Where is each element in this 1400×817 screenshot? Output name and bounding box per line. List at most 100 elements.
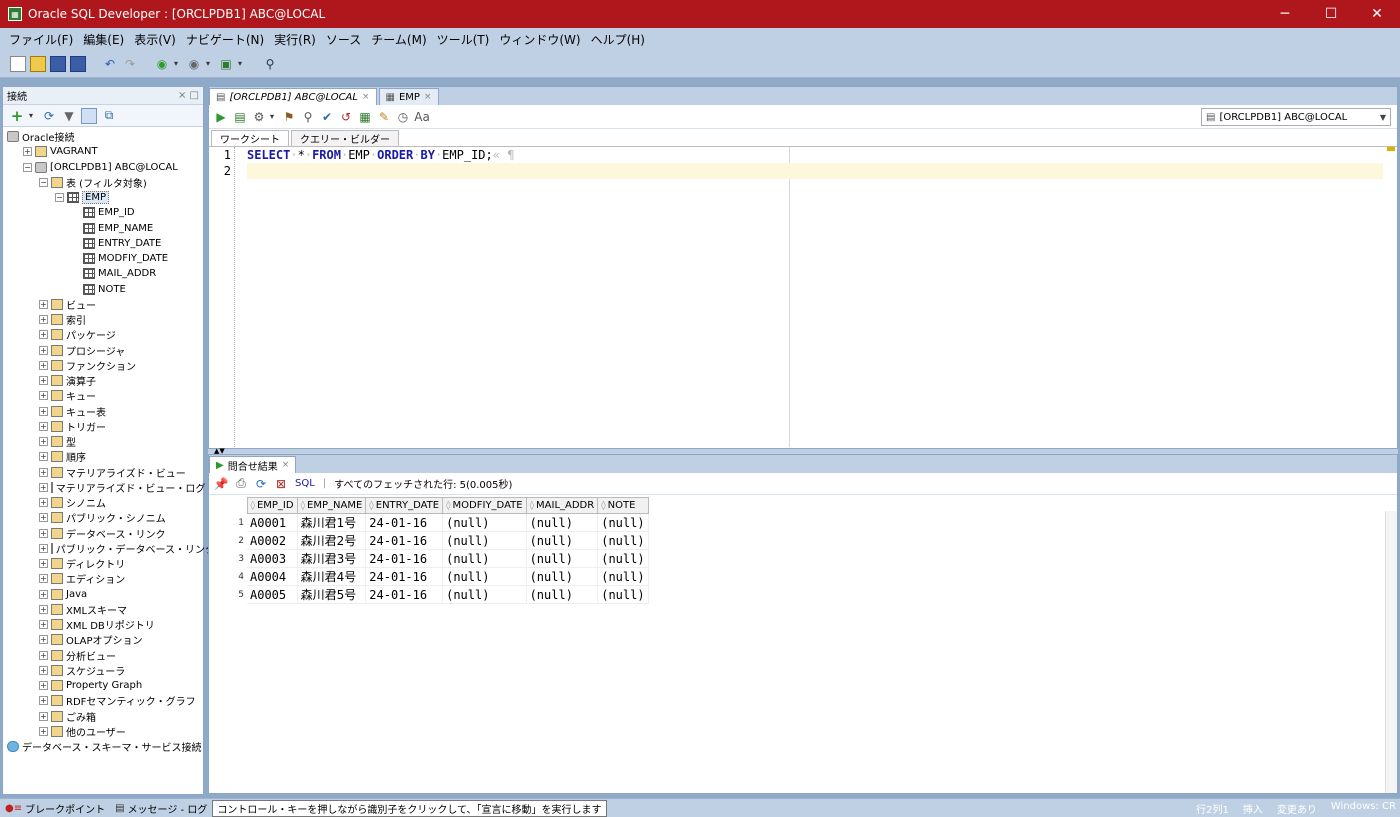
tree-node[interactable]: ENTRY_DATE — [3, 236, 203, 251]
schema-browser-icon[interactable] — [81, 107, 98, 124]
column-header-emp-id[interactable]: ◊ EMP_ID — [246, 497, 298, 514]
tree-node[interactable]: EMP_ID — [3, 205, 203, 220]
clear-icon[interactable]: ✎ — [376, 109, 392, 125]
tree-node[interactable]: + パッケージ — [3, 327, 203, 342]
grid-cell[interactable]: 森川君1号 — [297, 513, 367, 532]
forward-dropdown-icon[interactable]: ▾ — [206, 59, 210, 68]
tree-node[interactable]: NOTE — [3, 282, 203, 297]
tree-node[interactable]: + 演算子 — [3, 373, 203, 388]
tab-query-builder[interactable]: クエリー・ビルダー — [291, 130, 399, 146]
run-statement-icon[interactable]: ▶ — [213, 109, 229, 125]
grid-cell[interactable]: A0001 — [247, 513, 298, 532]
expand-icon[interactable]: + — [39, 421, 48, 431]
table-row[interactable]: 5 A0005 森川君5号 24-01-16 (null) (null) (null) — [209, 585, 649, 604]
grid-cell[interactable]: 森川君4号 — [297, 567, 367, 586]
expand-icon[interactable]: + — [39, 299, 48, 309]
explain-plan-icon[interactable]: ⚑ — [281, 109, 297, 125]
expand-icon[interactable]: + — [39, 452, 48, 462]
menu-team[interactable]: チーム(M) — [366, 31, 431, 48]
grid-cell[interactable]: (null) — [526, 549, 599, 568]
back-icon[interactable]: ◉ — [154, 56, 170, 72]
open-folder-icon[interactable] — [30, 55, 46, 72]
expand-icon[interactable]: + — [39, 406, 48, 416]
sql-tuning-icon[interactable]: ⚲ — [300, 109, 316, 125]
cancel-query-icon[interactable]: ⊠ — [273, 476, 289, 492]
tree-node[interactable]: + 他のユーザー — [3, 724, 203, 739]
menu-view[interactable]: 表示(V) — [129, 31, 181, 48]
collapse-icon[interactable]: − — [55, 193, 64, 203]
new-file-icon[interactable] — [10, 55, 26, 72]
tree-node[interactable]: + XMLスキーマ — [3, 602, 203, 617]
table-row[interactable]: 3 A0003 森川君3号 24-01-16 (null) (null) (null) — [209, 549, 649, 568]
column-header-modfiy-date[interactable]: ◊ MODFIY_DATE — [442, 497, 527, 514]
expand-icon[interactable]: + — [39, 696, 48, 706]
tree-node[interactable]: + 索引 — [3, 312, 203, 327]
tree-node[interactable]: + マテリアライズド・ビュー — [3, 465, 203, 480]
grid-cell[interactable]: (null) — [597, 585, 649, 604]
grid-cell[interactable]: (null) — [442, 549, 527, 568]
expand-icon[interactable]: + — [39, 635, 48, 645]
sql-worksheet-icon[interactable]: ▣ — [218, 56, 234, 72]
expand-icon[interactable]: + — [39, 467, 48, 477]
expand-icon[interactable]: + — [39, 543, 48, 553]
sql-text[interactable]: SELECT·*·FROM·EMP·ORDER·BY·EMP_ID;« ¶ — [247, 147, 1383, 179]
expand-icon[interactable]: + — [39, 589, 48, 599]
grid-cell[interactable]: (null) — [597, 513, 649, 532]
table-row[interactable]: 4 A0004 森川君4号 24-01-16 (null) (null) (null) — [209, 567, 649, 586]
column-header-note[interactable]: ◊ NOTE — [597, 497, 649, 514]
tree-node[interactable]: + パブリック・シノニム — [3, 510, 203, 525]
tree-node[interactable]: + RDFセマンティック・グラフ — [3, 693, 203, 708]
tree-node[interactable]: + VAGRANT — [3, 144, 203, 159]
menu-tools[interactable]: ツール(T) — [432, 31, 495, 48]
expand-icon[interactable]: + — [23, 147, 32, 157]
tree-node[interactable]: − EMP — [3, 190, 203, 205]
tree-node[interactable]: + キュー — [3, 388, 203, 403]
sql-link[interactable]: SQL — [295, 478, 315, 489]
grid-cell[interactable]: 24-01-16 — [365, 531, 444, 550]
grid-cell[interactable]: (null) — [526, 567, 599, 586]
expand-icon[interactable]: + — [39, 360, 48, 370]
menu-window[interactable]: ウィンドウ(W) — [494, 31, 585, 48]
format-icon[interactable]: Aa — [414, 109, 430, 125]
expand-icon[interactable]: + — [39, 330, 48, 340]
collapse-icon[interactable]: − — [23, 162, 32, 172]
grid-cell[interactable]: (null) — [597, 567, 649, 586]
tree-node[interactable]: + ディレクトリ — [3, 556, 203, 571]
tab-worksheet[interactable]: ワークシート — [211, 130, 289, 146]
tab-breakpoints[interactable]: ●≡ ブレークポイント — [0, 801, 110, 816]
save-icon[interactable] — [50, 55, 66, 72]
commit-icon[interactable]: ✔ — [319, 109, 335, 125]
forward-icon[interactable]: ◉ — [186, 56, 202, 72]
collapse-icon[interactable]: − — [39, 177, 48, 187]
add-connection-icon[interactable]: + — [9, 107, 25, 125]
column-header-entry-date[interactable]: ◊ ENTRY_DATE — [365, 497, 444, 514]
code-line[interactable]: SELECT·*·FROM·EMP·ORDER·BY·EMP_ID;« ¶ — [247, 147, 1383, 163]
expand-icon[interactable]: + — [39, 711, 48, 721]
tree-node[interactable]: + ごみ箱 — [3, 709, 203, 724]
grid-cell[interactable]: A0002 — [247, 531, 298, 550]
tree-node[interactable]: MAIL_ADDR — [3, 266, 203, 281]
grid-cell[interactable]: (null) — [526, 513, 599, 532]
expand-icon[interactable]: + — [39, 391, 48, 401]
unshared-worksheet-icon[interactable]: ▦ — [357, 109, 373, 125]
expand-icon[interactable]: + — [39, 482, 48, 492]
column-header-mail-addr[interactable]: ◊ MAIL_ADDR — [525, 497, 599, 514]
tree-node[interactable]: + ファンクション — [3, 358, 203, 373]
menu-help[interactable]: ヘルプ(H) — [586, 31, 650, 48]
expand-icon[interactable]: + — [39, 650, 48, 660]
tree-node[interactable]: + プロシージャ — [3, 343, 203, 358]
tree-node[interactable]: + 分析ビュー — [3, 648, 203, 663]
results-vertical-scrollbar[interactable] — [1385, 511, 1397, 793]
tree-node[interactable]: − [ORCLPDB1] ABC@LOCAL — [3, 160, 203, 175]
filter-icon[interactable]: ▼ — [61, 108, 77, 124]
sql-code-editor[interactable]: 1 2 SELECT·*·FROM·EMP·ORDER·BY·EMP_ID;« … — [209, 147, 1397, 447]
expand-icon[interactable]: + — [39, 620, 48, 630]
binoculars-icon[interactable]: ⚲ — [262, 56, 278, 72]
column-header-emp-name[interactable]: ◊ EMP_NAME — [296, 497, 367, 514]
maximize-button[interactable]: ☐ — [1308, 0, 1354, 28]
grid-cell[interactable]: (null) — [442, 531, 527, 550]
grid-cell[interactable]: (null) — [597, 549, 649, 568]
menu-navigate[interactable]: ナビゲート(N) — [181, 31, 269, 48]
close-tab-icon[interactable]: × — [362, 92, 370, 102]
expand-icon[interactable]: + — [39, 376, 48, 386]
